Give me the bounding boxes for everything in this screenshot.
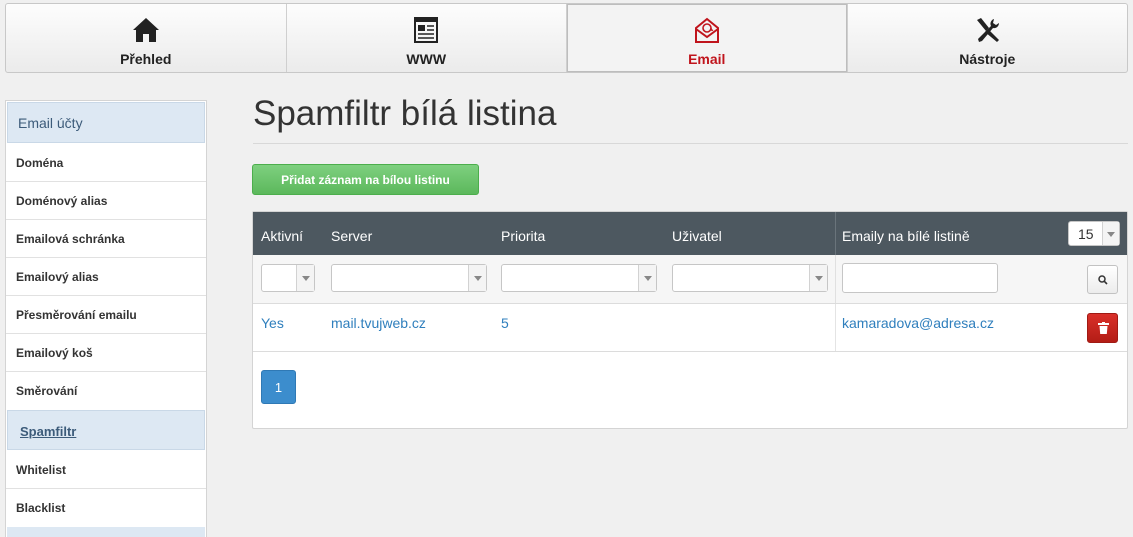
sidebar-item-domena[interactable]: Doména — [6, 144, 206, 182]
sidebar-item-email-alias[interactable]: Emailový alias — [6, 258, 206, 296]
filter-active-select[interactable] — [261, 264, 315, 292]
chevron-down-icon — [809, 265, 827, 291]
tab-email[interactable]: Email — [567, 4, 848, 72]
sidebar-item-whitelist[interactable]: Whitelist — [6, 451, 206, 489]
tab-label: Přehled — [120, 51, 172, 67]
column-header-priority[interactable]: Priorita — [501, 228, 545, 244]
sidebar-item-blacklist[interactable]: Blacklist — [6, 489, 206, 527]
sidebar-item-routing[interactable]: Směrování — [6, 372, 206, 410]
column-header-active[interactable]: Aktivní — [261, 228, 303, 244]
tools-icon — [977, 18, 1000, 42]
page-title: Spamfiltr bílá listina — [253, 94, 557, 133]
column-divider — [835, 212, 836, 255]
sidebar-item-email-forwarding[interactable]: Přesměrování emailu — [6, 296, 206, 334]
webpage-icon — [414, 17, 439, 43]
column-header-emails[interactable]: Emaily na bílé listině — [842, 228, 970, 244]
filter-server-select[interactable] — [331, 264, 487, 292]
cell-email[interactable]: kamaradova@adresa.cz — [842, 315, 994, 331]
column-header-server[interactable]: Server — [331, 228, 372, 244]
search-button[interactable] — [1087, 265, 1118, 294]
column-divider — [835, 304, 836, 351]
sidebar-item-mailbox[interactable]: Emailová schránka — [6, 220, 206, 258]
grid-header: Aktivní Server Priorita Uživatel Emaily … — [253, 212, 1127, 255]
chevron-down-icon — [468, 265, 486, 291]
page-size-value: 15 — [1078, 226, 1094, 242]
top-navigation: Přehled WWW Email Nástroje — [5, 3, 1128, 73]
filter-email-input[interactable] — [842, 263, 998, 293]
tab-prehled[interactable]: Přehled — [6, 4, 287, 72]
sidebar-item-email-trash[interactable]: Emailový koš — [6, 334, 206, 372]
tab-nastroje[interactable]: Nástroje — [848, 4, 1128, 72]
tab-label: Nástroje — [959, 51, 1016, 67]
search-icon — [1098, 275, 1108, 285]
sidebar-next-section — [7, 527, 205, 537]
page-size-select[interactable]: 15 — [1068, 221, 1120, 246]
tab-www[interactable]: WWW — [287, 4, 567, 72]
whitelist-grid: Aktivní Server Priorita Uživatel Emaily … — [252, 211, 1128, 429]
trash-icon — [1098, 322, 1109, 334]
sidebar-section-spamfiltr[interactable]: Spamfiltr — [7, 410, 205, 450]
add-whitelist-entry-button[interactable]: Přidat záznam na bílou listinu — [252, 164, 479, 195]
home-icon — [132, 18, 159, 42]
sidebar-section-email-accounts[interactable]: Email účty — [7, 102, 205, 143]
cell-priority[interactable]: 5 — [501, 315, 509, 331]
filter-user-select[interactable] — [672, 264, 828, 292]
filter-row — [253, 255, 1127, 304]
cell-server[interactable]: mail.tvujweb.cz — [331, 315, 426, 331]
cell-active[interactable]: Yes — [261, 315, 284, 331]
chevron-down-icon — [1102, 222, 1119, 245]
chevron-down-icon — [638, 265, 656, 291]
sidebar-item-domain-alias[interactable]: Doménový alias — [6, 182, 206, 220]
column-divider — [835, 255, 836, 303]
sidebar: Email účty Doména Doménový alias Emailov… — [5, 100, 207, 537]
pagination-page-1[interactable]: 1 — [261, 370, 296, 404]
tab-label: Email — [688, 51, 726, 67]
chevron-down-icon — [296, 265, 314, 291]
delete-button[interactable] — [1087, 313, 1118, 343]
title-divider — [253, 143, 1128, 144]
column-header-user[interactable]: Uživatel — [672, 228, 722, 244]
email-icon — [694, 17, 719, 43]
filter-priority-select[interactable] — [501, 264, 657, 292]
table-row: Yes mail.tvujweb.cz 5 kamaradova@adresa.… — [253, 304, 1127, 352]
tab-label: WWW — [406, 51, 447, 67]
